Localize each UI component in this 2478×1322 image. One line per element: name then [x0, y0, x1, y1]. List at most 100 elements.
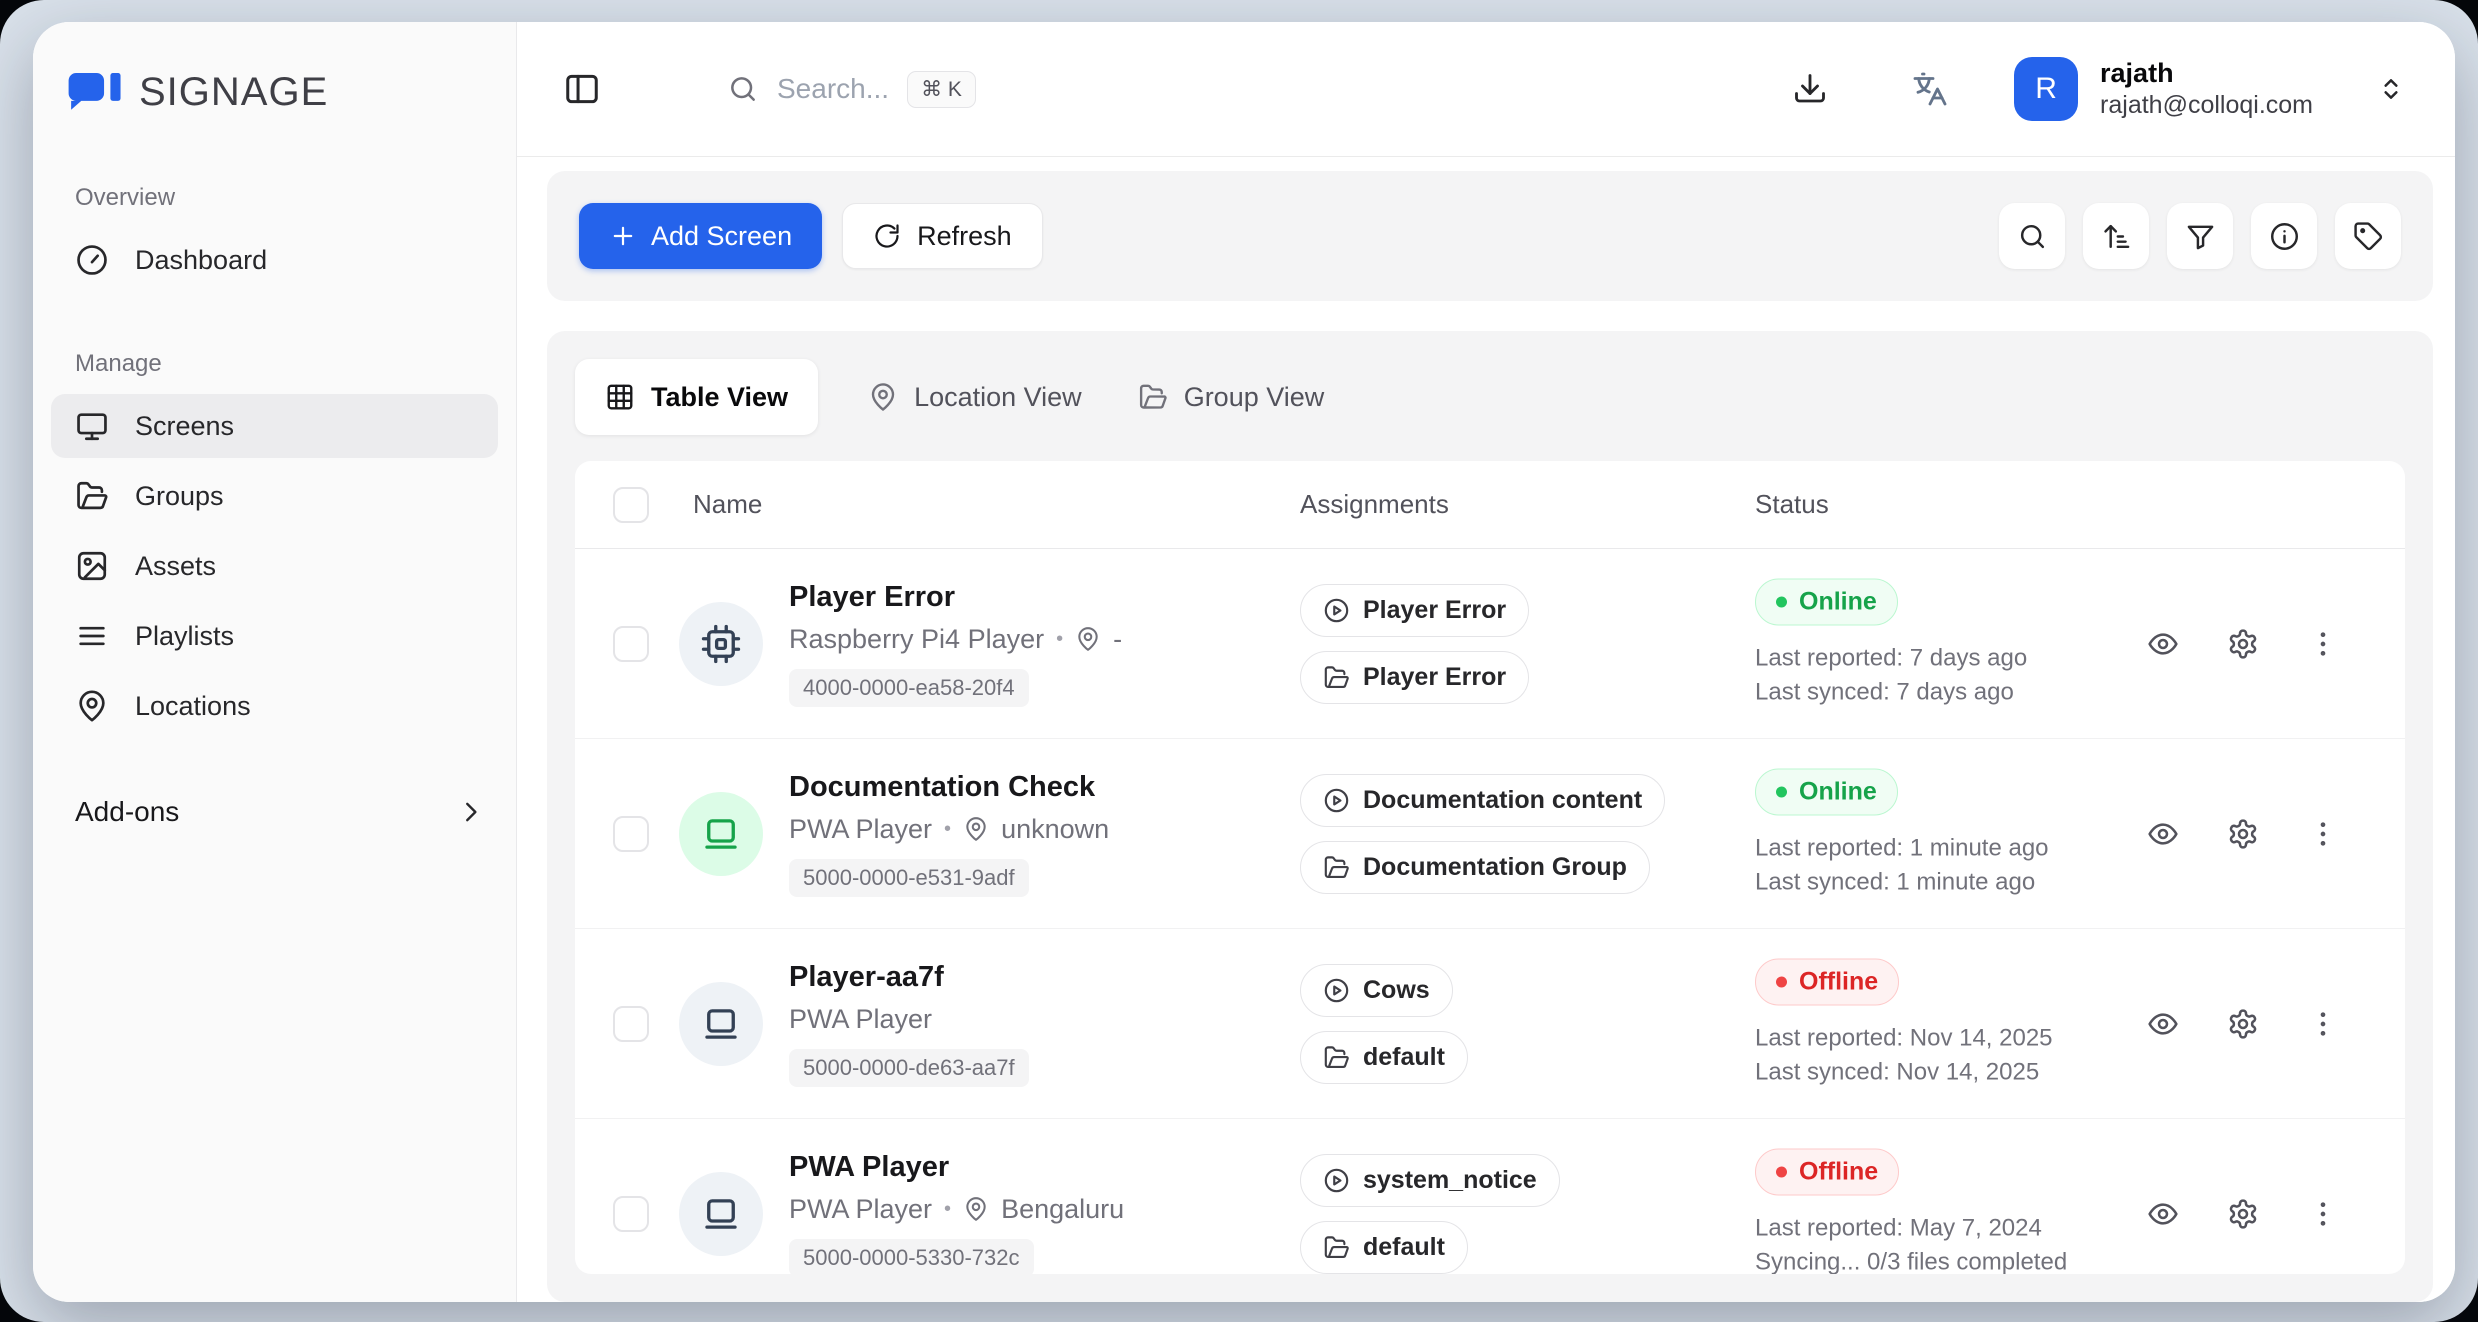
sidebar-item-screens[interactable]: Screens [51, 394, 498, 458]
play-circle-icon [1323, 597, 1350, 624]
eye-icon[interactable] [2147, 628, 2179, 660]
playlist-pill[interactable]: Player Error [1300, 584, 1529, 637]
table-row: Documentation Check PWA Player • unknown… [575, 739, 2405, 929]
sidebar-item-label: Groups [135, 481, 224, 512]
group-pill[interactable]: Player Error [1300, 651, 1529, 704]
search-input[interactable]: Search... ⌘ K [727, 71, 976, 108]
folder-open-icon [1323, 664, 1350, 691]
settings-icon[interactable] [2227, 818, 2259, 850]
more-vertical-icon[interactable] [2307, 1198, 2339, 1230]
sidebar-item-assets[interactable]: Assets [51, 534, 498, 598]
addons-label: Add-ons [75, 796, 179, 828]
row-checkbox[interactable] [613, 1006, 649, 1042]
screen-location: Bengaluru [1001, 1194, 1124, 1225]
tab-table-view[interactable]: Table View [575, 359, 818, 435]
screen-name-block[interactable]: Player-aa7f PWA Player • 5000-0000-de63-… [789, 961, 1029, 1087]
last-reported-text: Last reported: Nov 14, 2025 [1755, 1021, 2053, 1055]
separator-dot: • [944, 1198, 951, 1221]
row-actions [2147, 1008, 2339, 1040]
folder-open-icon [75, 479, 109, 513]
row-checkbox[interactable] [613, 1196, 649, 1232]
settings-icon[interactable] [2227, 1008, 2259, 1040]
sort-button[interactable] [2083, 203, 2149, 269]
sidebar-item-groups[interactable]: Groups [51, 464, 498, 528]
tag-icon [2353, 221, 2384, 252]
sidebar-item-label: Locations [135, 691, 251, 722]
table-header: Name Assignments Status [575, 461, 2405, 549]
settings-icon[interactable] [2227, 628, 2259, 660]
sidebar-item-label: Playlists [135, 621, 234, 652]
add-screen-label: Add Screen [651, 221, 792, 252]
playlist-name: system_notice [1363, 1166, 1537, 1195]
more-vertical-icon[interactable] [2307, 628, 2339, 660]
playlist-pill[interactable]: Cows [1300, 964, 1453, 1017]
image-icon [75, 549, 109, 583]
group-pill[interactable]: default [1300, 1031, 1468, 1084]
eye-icon[interactable] [2147, 818, 2179, 850]
screen-name-block[interactable]: Player Error Raspberry Pi4 Player • - 40… [789, 581, 1122, 707]
screen-location-group: • - [1056, 624, 1122, 655]
status-dot [1776, 1166, 1787, 1177]
playlist-pill[interactable]: system_notice [1300, 1154, 1560, 1207]
eye-icon[interactable] [2147, 1198, 2179, 1230]
tab-location-view[interactable]: Location View [862, 359, 1088, 435]
screen-name-block[interactable]: Documentation Check PWA Player • unknown… [789, 771, 1109, 897]
view-tabs: Table View Location View Group View [575, 359, 2405, 435]
screen-player-type: PWA Player [789, 814, 932, 845]
eye-icon[interactable] [2147, 1008, 2179, 1040]
search-table-button[interactable] [1999, 203, 2065, 269]
table-grid-icon [605, 382, 635, 412]
status-badge: Offline [1755, 958, 1899, 1005]
playlist-pill[interactable]: Documentation content [1300, 774, 1665, 827]
screen-location-group: • unknown [944, 814, 1109, 845]
sidebar-item-addons[interactable]: Add-ons [75, 796, 486, 828]
group-pill[interactable]: default [1300, 1221, 1468, 1274]
laptop-icon [700, 1193, 742, 1235]
assignments: Player Error Player Error [1300, 584, 1529, 704]
sidebar: SIGNAGE Overview Dashboard Manage Screen… [33, 22, 517, 1302]
main-area: Search... ⌘ K R rajath rajath@colloqi.co… [517, 22, 2455, 1302]
user-avatar[interactable]: R [2014, 57, 2078, 121]
playlist-name: Documentation content [1363, 786, 1642, 815]
sidebar-section-overview: Overview [75, 184, 516, 212]
map-pin-icon [1075, 626, 1101, 652]
sidebar-item-dashboard[interactable]: Dashboard [51, 228, 498, 292]
tab-label: Location View [914, 382, 1082, 413]
tag-button[interactable] [2335, 203, 2401, 269]
screen-id-badge: 5000-0000-de63-aa7f [789, 1049, 1029, 1087]
add-screen-button[interactable]: Add Screen [579, 203, 822, 269]
monitor-icon [75, 409, 109, 443]
select-all-checkbox[interactable] [613, 487, 649, 523]
refresh-icon [873, 222, 901, 250]
more-vertical-icon[interactable] [2307, 1008, 2339, 1040]
filter-button[interactable] [2167, 203, 2233, 269]
sidebar-item-locations[interactable]: Locations [51, 674, 498, 738]
sidebar-item-playlists[interactable]: Playlists [51, 604, 498, 668]
row-checkbox[interactable] [613, 626, 649, 662]
group-pill[interactable]: Documentation Group [1300, 841, 1650, 894]
tab-group-view[interactable]: Group View [1132, 359, 1331, 435]
laptop-icon [700, 1003, 742, 1045]
settings-icon[interactable] [2227, 1198, 2259, 1230]
screen-avatar [679, 982, 763, 1066]
screen-name-block[interactable]: PWA Player PWA Player • Bengaluru 5000-0… [789, 1151, 1124, 1275]
more-vertical-icon[interactable] [2307, 818, 2339, 850]
last-synced-text: Syncing... 0/3 files completed [1755, 1245, 2067, 1274]
avatar-initial: R [2035, 72, 2057, 106]
last-synced-text: Last synced: Nov 14, 2025 [1755, 1055, 2053, 1089]
screen-location-group: • Bengaluru [944, 1194, 1124, 1225]
map-pin-icon [868, 382, 898, 412]
status-badge: Online [1755, 768, 1898, 815]
translate-icon[interactable] [1912, 71, 1948, 107]
refresh-button[interactable]: Refresh [842, 203, 1043, 269]
last-reported-text: Last reported: 1 minute ago [1755, 831, 2049, 865]
info-button[interactable] [2251, 203, 2317, 269]
download-icon[interactable] [1792, 71, 1828, 107]
chevrons-up-down-icon[interactable] [2375, 73, 2407, 105]
table-row: PWA Player PWA Player • Bengaluru 5000-0… [575, 1119, 2405, 1274]
screen-name: Player Error [789, 581, 1122, 614]
row-checkbox[interactable] [613, 816, 649, 852]
sidebar-toggle-icon[interactable] [563, 70, 601, 108]
status: Online Last reported: 1 minute ago Last … [1755, 768, 2049, 899]
status-label: Online [1799, 587, 1877, 616]
